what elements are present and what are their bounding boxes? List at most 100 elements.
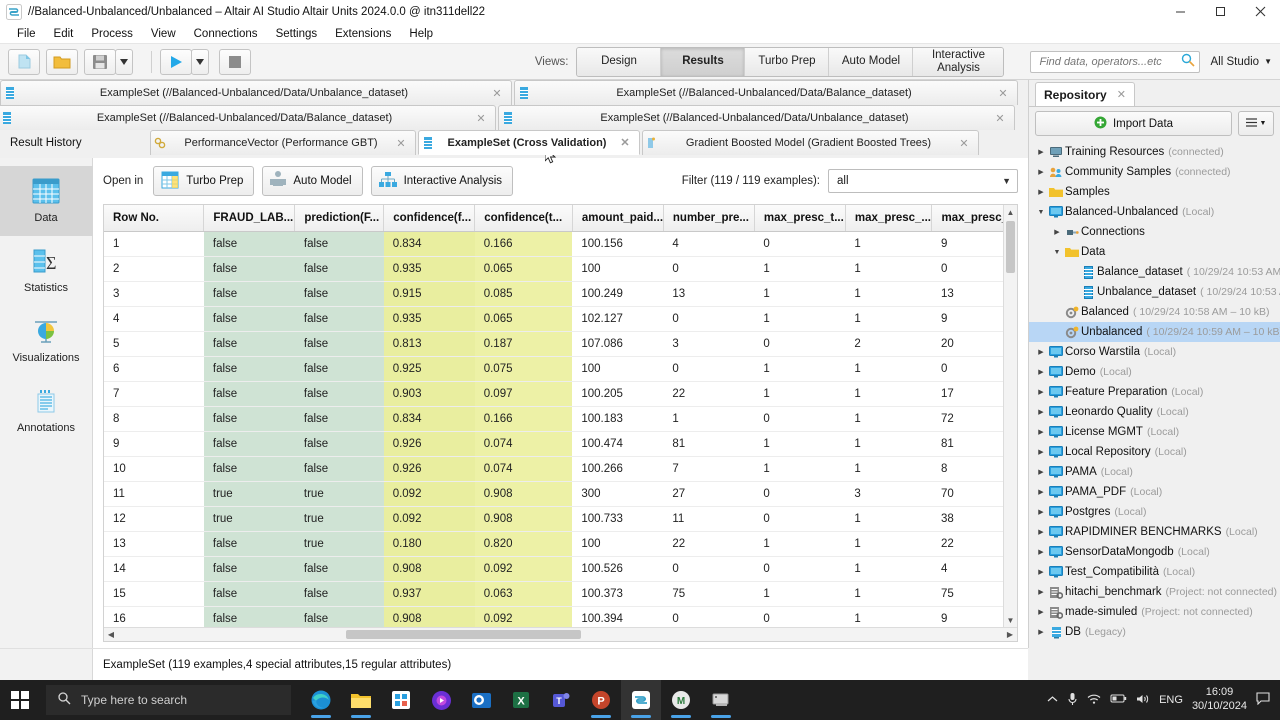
- menu-settings[interactable]: Settings: [267, 26, 327, 42]
- sidebar-item-visualizations[interactable]: Visualizations: [0, 306, 93, 376]
- chevron-right-icon[interactable]: ▶: [1035, 488, 1047, 496]
- scroll-up-icon[interactable]: ▲: [1004, 205, 1018, 219]
- search-icon[interactable]: [1181, 53, 1196, 70]
- result-tab-unbalance-dataset-2[interactable]: ExampleSet (//Balanced-Unbalanced/Data/U…: [498, 105, 1015, 130]
- repository-tree-item[interactable]: ▶ hitachi_benchmark (Project: not connecte…: [1029, 582, 1280, 602]
- taskbar-altair-ai-studio-icon[interactable]: [621, 680, 661, 720]
- close-icon[interactable]: ✕: [992, 112, 1008, 125]
- repository-menu-button[interactable]: ▼: [1238, 111, 1274, 136]
- repository-tree-item[interactable]: Balanced( 10/29/24 10:58 AM – 10 kB): [1029, 302, 1280, 322]
- table-column-header[interactable]: Row No.: [104, 205, 205, 232]
- vscroll-track[interactable]: [1004, 219, 1017, 613]
- chevron-right-icon[interactable]: ▶: [1035, 368, 1047, 376]
- table-column-header[interactable]: confidence(t...: [474, 205, 573, 232]
- table-column-header[interactable]: amount_paid...: [572, 205, 664, 232]
- notification-icon[interactable]: [1256, 692, 1270, 708]
- close-icon[interactable]: ✕: [489, 87, 505, 100]
- stop-process-button[interactable]: [219, 48, 251, 75]
- scroll-left-icon[interactable]: ◀: [104, 630, 118, 639]
- menu-help[interactable]: Help: [400, 26, 442, 42]
- repository-tree-item[interactable]: Unbalanced( 10/29/24 10:59 AM – 10 kB): [1029, 322, 1280, 342]
- chevron-right-icon[interactable]: ▶: [1035, 388, 1047, 396]
- taskbar-teams-icon[interactable]: T: [541, 680, 581, 720]
- taskbar-outlook-icon[interactable]: [461, 680, 501, 720]
- repository-tree-item[interactable]: ▶ Samples: [1029, 182, 1280, 202]
- chevron-right-icon[interactable]: ▶: [1035, 568, 1047, 576]
- chevron-right-icon[interactable]: ▶: [1035, 628, 1047, 636]
- repository-tree-item[interactable]: ▶ Training Resources (connected): [1029, 142, 1280, 162]
- result-tab-performance-vector[interactable]: PerformanceVector (Performance GBT) ✕: [150, 130, 416, 155]
- close-icon[interactable]: ✕: [473, 112, 489, 125]
- table-row[interactable]: 4falsefalse0.9350.065102.12701199: [104, 306, 1003, 332]
- table-column-header[interactable]: number_pre...: [663, 205, 755, 232]
- hscroll-track[interactable]: [118, 628, 1003, 641]
- menu-connections[interactable]: Connections: [185, 26, 267, 42]
- battery-icon[interactable]: [1110, 693, 1127, 707]
- auto-model-button[interactable]: Auto Model: [262, 166, 363, 196]
- view-tab-design[interactable]: Design: [577, 47, 662, 76]
- interactive-analysis-button[interactable]: Interactive Analysis: [370, 166, 514, 196]
- result-tab-unbalance-dataset-1[interactable]: ExampleSet (//Balanced-Unbalanced/Data/U…: [0, 80, 512, 105]
- repository-tree-item[interactable]: ▶ Local Repository (Local): [1029, 442, 1280, 462]
- table-column-header[interactable]: max_presc_...: [931, 205, 1003, 232]
- view-tab-interactive-analysis[interactable]: Interactive Analysis: [913, 47, 1004, 76]
- chevron-right-icon[interactable]: ▶: [1035, 448, 1047, 456]
- table-column-header[interactable]: confidence(f...: [383, 205, 476, 232]
- menu-process[interactable]: Process: [82, 26, 142, 42]
- close-button[interactable]: [1240, 0, 1280, 24]
- table-horizontal-scrollbar[interactable]: ◀ ▶: [104, 627, 1017, 641]
- chevron-right-icon[interactable]: ▶: [1051, 228, 1063, 236]
- taskbar-media-player-icon[interactable]: [421, 680, 461, 720]
- repository-tree-item[interactable]: ▶ made-simuled (Project: not connected): [1029, 602, 1280, 622]
- close-icon[interactable]: ✕: [995, 87, 1011, 100]
- repository-tree-item[interactable]: ▶ SensorDataMongodb (Local): [1029, 542, 1280, 562]
- turbo-prep-button[interactable]: Turbo Prep: [153, 166, 255, 196]
- table-column-header[interactable]: FRAUD_LAB...: [203, 205, 296, 232]
- search-box[interactable]: [1030, 50, 1201, 73]
- menu-extensions[interactable]: Extensions: [326, 26, 400, 42]
- microphone-icon[interactable]: [1067, 692, 1078, 709]
- taskbar-powerpoint-icon[interactable]: P: [581, 680, 621, 720]
- new-process-button[interactable]: [8, 48, 40, 75]
- taskbar-avast-icon[interactable]: M: [661, 680, 701, 720]
- menu-file[interactable]: File: [8, 26, 45, 42]
- chevron-right-icon[interactable]: ▶: [1035, 408, 1047, 416]
- taskbar-file-explorer-icon[interactable]: [341, 680, 381, 720]
- repository-tree-item[interactable]: ▶ Community Samples (connected): [1029, 162, 1280, 182]
- repository-tree-item[interactable]: ▶ PAMA_PDF (Local): [1029, 482, 1280, 502]
- repository-tree-item[interactable]: ▶ DB (Legacy): [1029, 622, 1280, 642]
- table-row[interactable]: 11truetrue0.0920.908300270370150: [104, 481, 1003, 507]
- repository-tree-item[interactable]: ▶ Test_Compatibilità (Local): [1029, 562, 1280, 582]
- table-row[interactable]: 14falsefalse0.9080.092100.52600144: [104, 556, 1003, 582]
- table-row[interactable]: 10falsefalse0.9260.074100.26671188: [104, 456, 1003, 482]
- chevron-right-icon[interactable]: ▶: [1035, 428, 1047, 436]
- repository-tree-item[interactable]: ▶ Feature Preparation (Local): [1029, 382, 1280, 402]
- chevron-right-icon[interactable]: ▶: [1035, 188, 1047, 196]
- windows-start-icon[interactable]: [0, 680, 40, 720]
- menu-edit[interactable]: Edit: [45, 26, 83, 42]
- taskbar-search-box[interactable]: Type here to search: [46, 685, 291, 715]
- table-column-header[interactable]: prediction(F...: [294, 205, 385, 232]
- table-column-header[interactable]: max_presc_...: [845, 205, 933, 232]
- chevron-right-icon[interactable]: ▶: [1035, 588, 1047, 596]
- repository-tree-item[interactable]: ▶ Postgres (Local): [1029, 502, 1280, 522]
- taskbar-excel-icon[interactable]: X: [501, 680, 541, 720]
- table-row[interactable]: 16falsefalse0.9080.092100.39400199: [104, 606, 1003, 627]
- wifi-icon[interactable]: [1087, 693, 1101, 708]
- open-process-button[interactable]: [46, 48, 78, 75]
- table-row[interactable]: 15falsefalse0.9370.063100.37375117575: [104, 581, 1003, 607]
- result-tab-balance-dataset-2[interactable]: ExampleSet (//Balanced-Unbalanced/Data/B…: [0, 105, 496, 130]
- chevron-right-icon[interactable]: ▶: [1035, 148, 1047, 156]
- result-tab-exampleset-cross-validation[interactable]: ExampleSet (Cross Validation) ✕: [418, 130, 640, 155]
- view-tab-turbo-prep[interactable]: Turbo Prep: [745, 47, 830, 76]
- volume-icon[interactable]: [1136, 693, 1150, 708]
- chevron-right-icon[interactable]: ▶: [1035, 508, 1047, 516]
- vscroll-thumb[interactable]: [1006, 221, 1015, 273]
- taskbar-remote-desktop-icon[interactable]: [701, 680, 741, 720]
- result-tab-balance-dataset-1[interactable]: ExampleSet (//Balanced-Unbalanced/Data/B…: [514, 80, 1018, 105]
- taskbar-microsoft-store-icon[interactable]: [381, 680, 421, 720]
- table-row[interactable]: 7falsefalse0.9030.097100.20522111722: [104, 381, 1003, 407]
- repository-tree-item[interactable]: ▶ License MGMT (Local): [1029, 422, 1280, 442]
- repository-tree-item[interactable]: ▶ RAPIDMINER BENCHMARKS (Local): [1029, 522, 1280, 542]
- table-column-header[interactable]: max_presc_t...: [754, 205, 846, 232]
